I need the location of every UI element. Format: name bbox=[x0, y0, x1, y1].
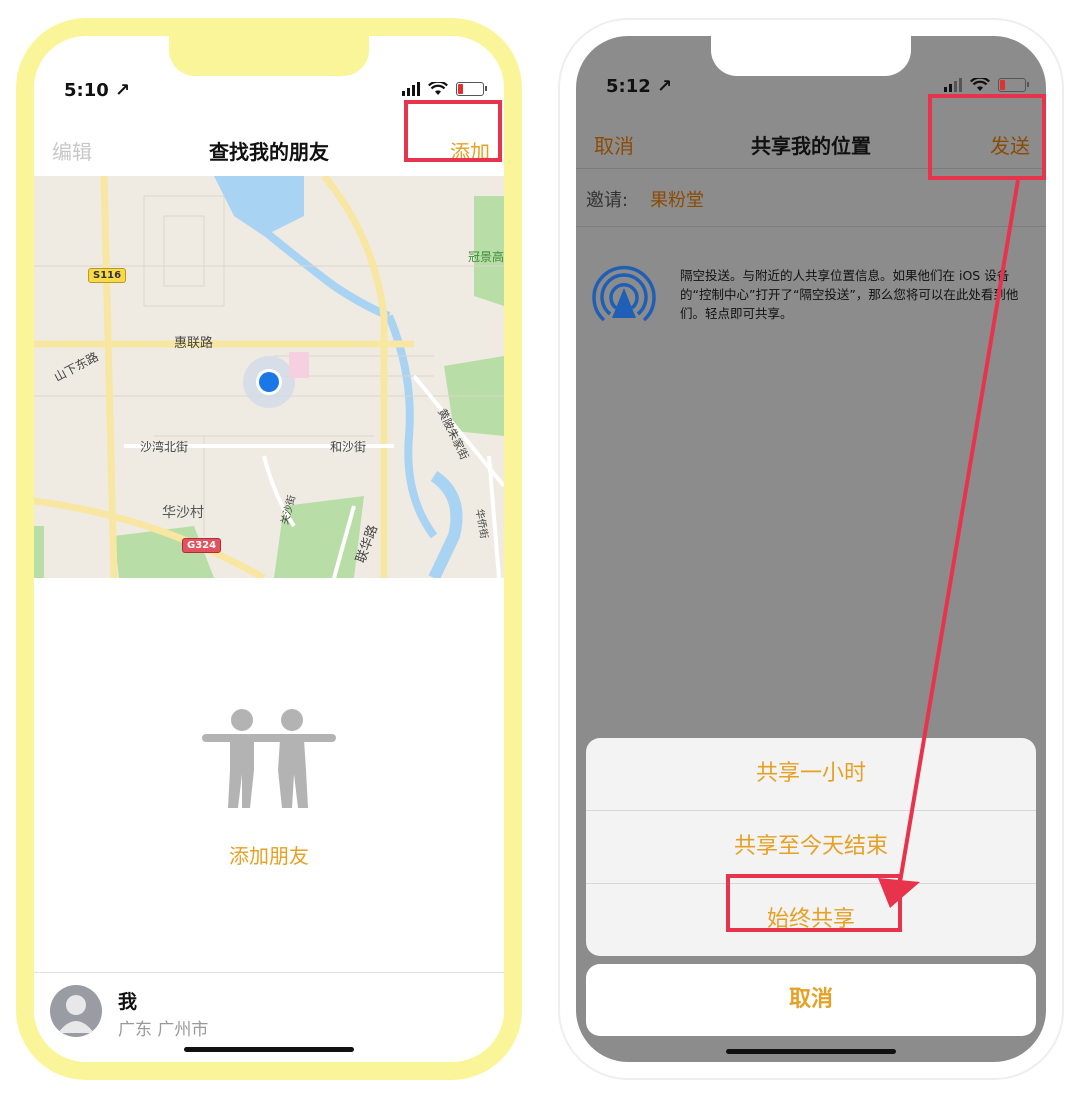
left-phone-screen: 5:10 ↗ 编辑 查找我的朋友 添加 S116 惠联路 山下东路 冠景高 沙湾… bbox=[34, 36, 504, 1062]
left-phone-frame: 5:10 ↗ 编辑 查找我的朋友 添加 S116 惠联路 山下东路 冠景高 沙湾… bbox=[16, 18, 522, 1080]
status-time: 5:10 ↗ bbox=[64, 80, 131, 101]
me-location: 广东 广州市 bbox=[118, 1020, 209, 1040]
battery-icon bbox=[998, 78, 1029, 92]
avatar bbox=[50, 985, 102, 1037]
airdrop-description: 隔空投送。与附近的人共享位置信息。如果他们在 iOS 设备的“控制中心”打开了“… bbox=[680, 268, 1019, 321]
home-indicator bbox=[184, 1047, 354, 1052]
highlight-add-button bbox=[404, 100, 502, 162]
route-s116-label: S116 bbox=[88, 268, 127, 283]
friends-icon bbox=[202, 709, 336, 808]
divider bbox=[576, 226, 1046, 227]
home-indicator bbox=[726, 1049, 896, 1054]
status-icons bbox=[944, 78, 1029, 92]
share-one-hour-option[interactable]: 共享一小时 bbox=[586, 738, 1036, 811]
map-graphic bbox=[34, 176, 504, 578]
wifi-icon bbox=[970, 78, 990, 91]
sheet-cancel-button[interactable]: 取消 bbox=[586, 964, 1036, 1036]
map-label-huasha-village: 华沙村 bbox=[162, 505, 204, 521]
add-friend-link[interactable]: 添加朋友 bbox=[34, 840, 504, 869]
invite-recipient[interactable]: 果粉堂 bbox=[650, 186, 704, 212]
me-row[interactable]: 我 广东 广州市 bbox=[34, 972, 504, 1043]
signal-icon bbox=[402, 82, 420, 96]
map-label-huilian-road: 惠联路 bbox=[174, 336, 214, 351]
highlight-send-button bbox=[928, 94, 1046, 180]
highlight-share-indefinitely bbox=[726, 874, 902, 932]
battery-icon bbox=[456, 82, 487, 96]
me-name: 我 bbox=[118, 991, 138, 1013]
map-label-shawan-north: 沙湾北街 bbox=[140, 440, 189, 454]
status-icons bbox=[402, 82, 487, 96]
wifi-icon bbox=[428, 82, 448, 95]
signal-icon bbox=[944, 78, 962, 92]
notch bbox=[711, 36, 911, 76]
map-view[interactable]: S116 惠联路 山下东路 冠景高 沙湾北街 和沙街 华沙村 G324 联华路 … bbox=[34, 176, 504, 578]
friends-empty-state: 添加朋友 bbox=[34, 578, 504, 973]
airdrop-icon[interactable] bbox=[590, 258, 658, 326]
invite-label: 邀请: bbox=[586, 190, 629, 211]
notch bbox=[169, 36, 369, 76]
route-g324-label: G324 bbox=[182, 538, 222, 553]
map-label-heshajie: 和沙街 bbox=[330, 440, 367, 454]
status-time: 5:12 ↗ bbox=[606, 76, 673, 97]
map-label-guanjing: 冠景高 bbox=[468, 250, 504, 264]
